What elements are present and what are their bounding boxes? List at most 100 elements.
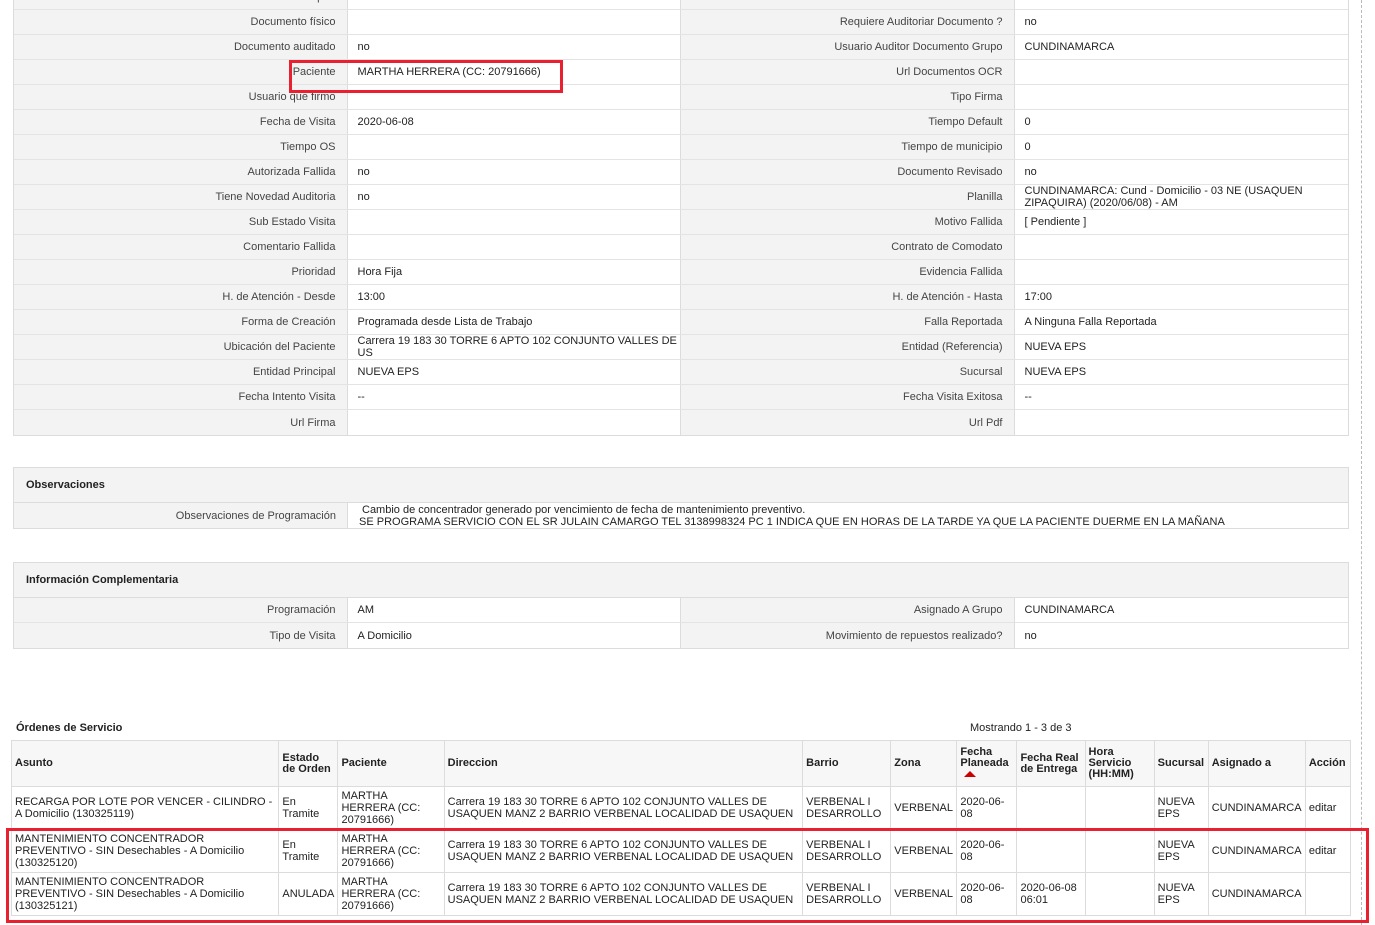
field-label: Tiempo OS [14,135,348,159]
field-value: Programada desde Lista de Trabajo [348,310,681,334]
field-value-text: A Domicilio [357,629,412,642]
field-label: Coordenadas Verificadas en Mapa? [14,0,348,9]
field-label: Prioridad [14,260,348,284]
field-value [348,235,681,259]
field-value: NUEVA EPS [1015,335,1349,359]
field-value-text: no [1024,629,1037,642]
column-header-label: Sucursal [1157,757,1205,769]
column-header-label: Acción [1308,757,1346,769]
column-header[interactable]: Zona [890,740,958,787]
complementaria-row: Tipo de Visita A Domicilio Movimiento de r… [14,623,1348,648]
column-header-label: Asunto [15,757,53,769]
field-value-text: no [1024,166,1037,178]
field-value-text: 2020-06-08 [357,116,414,128]
field-value: AM [348,598,681,622]
column-header[interactable]: Asignado a [1207,740,1306,787]
field-value: NUEVA EPS [1015,360,1349,384]
field-value-text: Hora Fija [357,266,403,278]
field-value: no [348,0,681,9]
field-label: Falla Reportada [681,310,1015,334]
cell-zona: VERBENAL [890,786,958,830]
field-value-text: Programada desde Lista de Trabajo [357,316,533,328]
field-value: CUNDINAMARCA [1015,35,1349,59]
field-value: A Ninguna Falla Reportada [1015,310,1349,334]
field-value-text: CUNDINAMARCA: Cund - Domicilio - 03 NE (… [1024,185,1303,209]
field-value: 0 [1015,135,1349,159]
observaciones-title: Observaciones [14,468,1348,503]
cell-sucursal: NUEVA EPS [1153,786,1209,830]
field-value [1015,60,1349,84]
field-value-text: A Ninguna Falla Reportada [1024,316,1157,328]
detail-row: Sub Estado Visita Motivo Fallida [ Pendien… [14,210,1348,235]
field-value: no [348,185,681,209]
column-header[interactable]: Estado de Orden [278,740,339,787]
field-label: Tiene Novedad Auditoria [14,185,348,209]
observaciones-value: Cambio de concentrador generado por venc… [348,503,1225,528]
field-label: Entidad (Referencia) [681,335,1015,359]
detail-row: Entidad Principal NUEVA EPS Sucursal NUEVA … [14,360,1348,385]
column-header[interactable]: Paciente [337,740,445,787]
column-header[interactable]: Fecha Planeada [956,740,1018,787]
detail-row: H. de Atención - Desde 13:00 H. de Atenció… [14,285,1348,310]
field-value: no [348,35,681,59]
cell-fecha-planeada: 2020-06-08 [956,786,1018,830]
column-header[interactable]: Asunto [10,740,280,787]
field-label: Fecha Intento Visita [14,385,348,409]
cell-paciente: MARTHA HERRERA (CC: 20791666) [337,786,445,830]
field-value: 0 [1015,110,1349,134]
column-header-label: Zona [894,757,921,769]
field-value [1015,260,1349,284]
column-header[interactable]: Barrio [802,740,892,787]
field-value [1015,410,1349,435]
column-header-label: Estado de Orden [282,751,331,775]
field-value-text: NUEVA EPS [1024,341,1087,353]
cell-asignado: CUNDINAMARCA [1207,786,1306,830]
field-label: Requiere Auditoriar Documento ? [681,10,1015,34]
field-value-text: no [1024,16,1037,28]
column-header[interactable]: Acción [1304,740,1352,787]
column-header[interactable]: Fecha Real de Entrega [1016,740,1086,787]
field-value [1015,85,1349,109]
field-label: Sucursal [681,360,1015,384]
field-value [348,135,681,159]
field-label: Act Visita Manual [681,0,1015,9]
field-label: Comentario Fallida [14,235,348,259]
field-value-text: -- [357,391,365,403]
observaciones-line: Cambio de concentrador generado por venc… [362,504,806,516]
cell-accion[interactable]: editar [1304,786,1352,830]
field-value-text: -- [1024,391,1032,403]
field-value-text: CUNDINAMARCA [1024,604,1115,616]
field-value-text: NUEVA EPS [357,366,420,378]
cell-asunto: RECARGA POR LOTE POR VENCER - CILINDRO -… [10,786,280,830]
field-label: Entidad Principal [14,360,348,384]
detail-row: Documento auditado no Usuario Auditor Docu… [14,35,1348,60]
field-label: Url Documentos OCR [681,60,1015,84]
column-header[interactable]: Hora Servicio (HH:MM) [1084,740,1155,787]
column-header[interactable]: Sucursal [1153,740,1209,787]
detail-row: Paciente MARTHA HERRERA (CC: 20791666) Url… [14,60,1348,85]
column-header[interactable]: Direccion [443,740,804,787]
field-label: Contrato de Comodato [681,235,1015,259]
field-label: Asignado A Grupo [681,598,1015,622]
cell-hora [1084,786,1155,830]
complementaria-row: Programación AM Asignado A Grupo CUNDINAMAR… [14,598,1348,623]
field-value [1015,0,1349,9]
field-value [348,10,681,34]
field-label: Tiempo Default [681,110,1015,134]
field-value: no [1015,623,1349,648]
field-label: Movimiento de repuestos realizado? [681,623,1015,648]
detail-row: Ubicación del Paciente Carrera 19 183 30 … [14,335,1348,360]
field-label: Url Pdf [681,410,1015,435]
field-value-text: no [357,166,370,178]
column-header-label: Barrio [806,757,839,769]
field-label: Sub Estado Visita [14,210,348,234]
detail-row: Url Firma Url Pdf [14,410,1348,435]
complementaria-title: Información Complementaria [14,563,1348,598]
field-value-text: [ Pendiente ] [1024,216,1087,228]
column-header-label: Hora Servicio (HH:MM) [1088,746,1134,780]
cell-estado: En Tramite [278,786,339,830]
field-label: Documento auditado [14,35,348,59]
detail-row: Tiempo OS Tiempo de municipio 0 [14,135,1348,160]
field-value: 2020-06-08 [348,110,681,134]
observaciones-row: Observaciones de Programación Cambio de … [14,503,1348,528]
